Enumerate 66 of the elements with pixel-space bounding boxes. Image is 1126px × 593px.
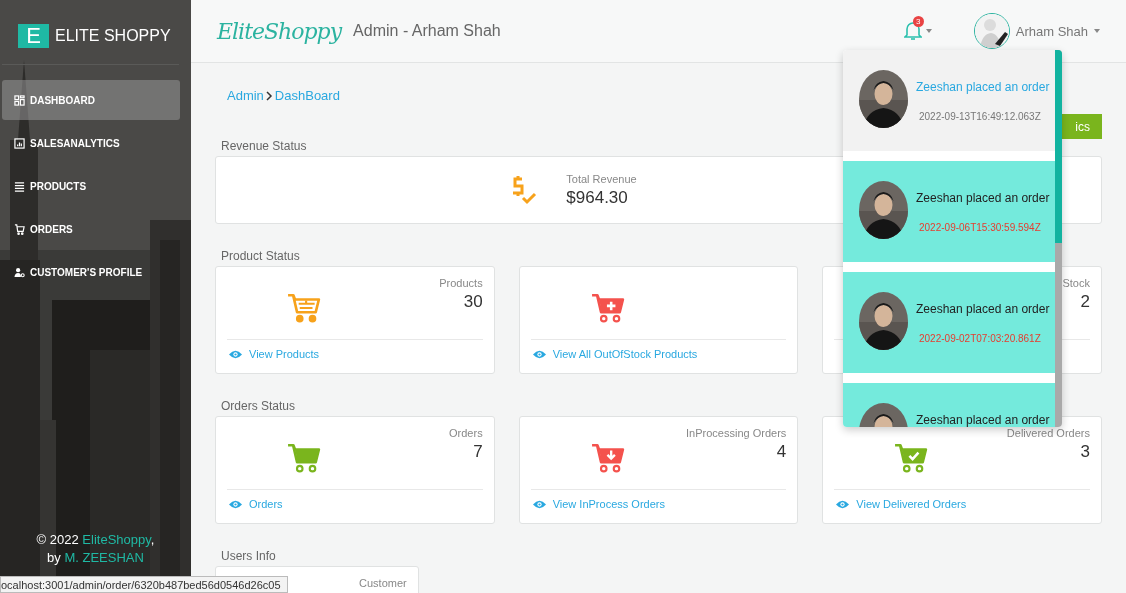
notification-time: 2022-09-02T07:03:20.861Z xyxy=(919,333,1042,344)
notification-text: Zeeshan placed an order xyxy=(916,80,1050,94)
section-heading: Revenue Status xyxy=(221,139,307,152)
user-menu[interactable]: Arham Shah xyxy=(973,13,1100,49)
stat-value: 7 xyxy=(472,442,483,462)
logo-mark: E xyxy=(18,24,49,48)
stat-value: 2 xyxy=(1079,292,1090,312)
list-icon xyxy=(14,180,25,192)
scrollbar[interactable] xyxy=(1055,50,1062,427)
status-url: ocalhost:3001/admin/order/6320b487bed56d0546d26c05 xyxy=(0,576,288,593)
stat-label: Customer xyxy=(359,577,407,589)
breadcrumb-link[interactable]: Admin xyxy=(227,88,264,103)
caret-icon xyxy=(1094,29,1100,33)
caret-icon xyxy=(925,29,932,33)
view-link[interactable]: View InProcess Orders xyxy=(530,490,665,510)
breadcrumb-link[interactable]: DashBoard xyxy=(274,88,340,103)
chevron-icon xyxy=(265,90,273,101)
notification-item[interactable]: Zeeshan placed an order 2022-09-02T07:03:20.861Z xyxy=(843,272,1055,373)
section-heading: Orders Status xyxy=(221,399,296,412)
eye-icon xyxy=(229,349,242,359)
view-link[interactable]: View Products xyxy=(227,340,320,360)
notification-text: Zeeshan placed an order xyxy=(916,191,1050,205)
eye-icon xyxy=(532,499,546,509)
view-link[interactable]: View Delivered Orders xyxy=(834,490,967,510)
notification-text: Zeeshan placed an order xyxy=(916,302,1050,316)
stat-label: InProcessing Orders xyxy=(686,427,787,439)
page-title: Admin - Arham Shah xyxy=(353,22,501,40)
section-heading: Users Info xyxy=(221,549,276,562)
cart-icon xyxy=(14,223,25,235)
notification-time: 2022-09-06T15:30:59.594Z xyxy=(919,222,1042,233)
stat-label: Orders xyxy=(449,427,483,439)
stat-value: 4 xyxy=(775,442,787,462)
brand-name: ELITE SHOPPY xyxy=(55,27,171,45)
chart-icon xyxy=(14,137,25,149)
notification-text: Zeeshan placed an order xyxy=(916,413,1050,427)
author-link[interactable]: M. ZEESHAN xyxy=(64,550,144,565)
notification-item[interactable]: Zeeshan placed an order 2022-09-06T15:30:59.594Z xyxy=(843,161,1055,262)
notification-item[interactable]: Zeeshan placed an order 2022-09-13T16:49:12.063Z xyxy=(843,50,1055,151)
eye-icon xyxy=(836,499,850,509)
sidebar-item[interactable]: CUSTOMER'S PROFILE xyxy=(2,252,180,292)
app-logo: EliteShoppy xyxy=(217,18,342,44)
sidebar-item[interactable]: DASHBOARD xyxy=(2,80,180,120)
section-heading: Product Status xyxy=(221,249,300,262)
dollar-check-icon xyxy=(510,175,539,205)
notification-badge: 3 xyxy=(912,16,924,27)
footer-text: © 2022 EliteShoppy, by M. ZEESHAN xyxy=(35,531,156,567)
stat-label: Delivered Orders xyxy=(1006,427,1090,439)
eye-icon xyxy=(229,499,242,509)
stat-value: 3 xyxy=(1079,442,1090,462)
sidebar-item[interactable]: PRODUCTS xyxy=(2,166,180,206)
notification-item[interactable]: Zeeshan placed an order xyxy=(843,383,1055,427)
stat-label: Products xyxy=(439,277,483,289)
sidebar-item[interactable]: ORDERS xyxy=(2,209,180,249)
notification-time: 2022-09-13T16:49:12.063Z xyxy=(919,111,1042,122)
user-settings-icon xyxy=(14,266,25,278)
revenue-value: $964.30 xyxy=(566,187,629,208)
sidebar-item[interactable]: SALESANALYTICS xyxy=(2,123,180,163)
stat-label: Stock xyxy=(1062,277,1090,289)
revenue-label: Total Revenue xyxy=(566,172,637,185)
eye-icon xyxy=(532,349,546,359)
view-link[interactable]: View All OutOfStock Products xyxy=(530,340,698,360)
brand-link[interactable]: EliteShoppy xyxy=(82,532,151,547)
bell-icon[interactable] xyxy=(903,21,922,41)
dashboard-icon xyxy=(14,94,25,106)
stat-value: 30 xyxy=(462,292,483,312)
view-link[interactable]: Orders xyxy=(227,490,283,510)
